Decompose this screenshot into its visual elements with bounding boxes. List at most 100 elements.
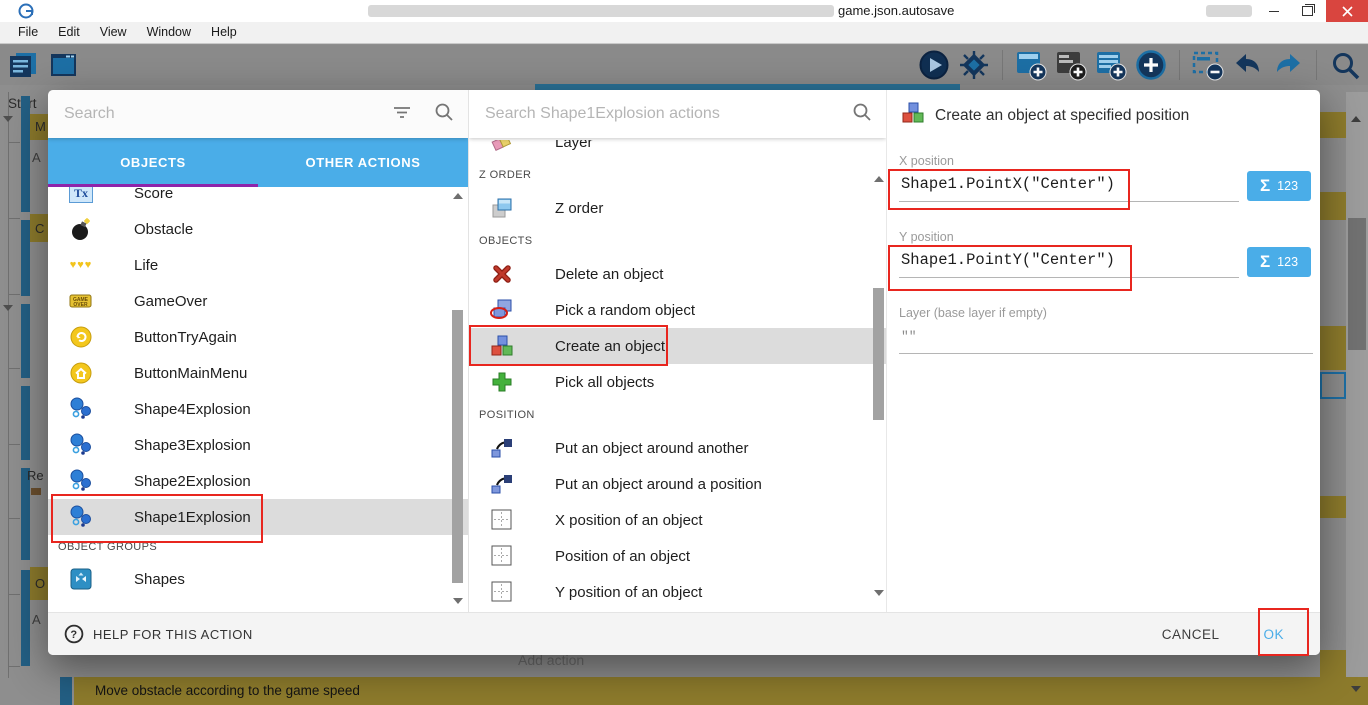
collapse-arrow-icon: [3, 305, 13, 311]
menu-help[interactable]: Help: [201, 22, 247, 43]
tab-objects[interactable]: OBJECTS: [48, 138, 258, 187]
object-name: Shape3Explosion: [134, 437, 251, 454]
restore-button[interactable]: [1290, 0, 1324, 22]
cancel-button[interactable]: CANCEL: [1162, 627, 1220, 642]
group-name: Shapes: [134, 571, 185, 588]
object-row[interactable]: TxScore: [48, 187, 468, 211]
add-circle-icon[interactable]: [1134, 48, 1168, 82]
minimize-button[interactable]: [1258, 0, 1290, 22]
scroll-up-icon[interactable]: [874, 176, 884, 182]
remove-event-icon[interactable]: [1191, 48, 1225, 82]
event-condition-bar: [21, 304, 30, 378]
add-object-icon[interactable]: [1014, 48, 1048, 82]
expression-editor-button[interactable]: Σ123: [1247, 247, 1311, 277]
add-comment-icon[interactable]: [1054, 48, 1088, 82]
action-label: Z order: [555, 200, 603, 217]
object-row[interactable]: Shape4Explosion: [48, 391, 468, 427]
action-label: Delete an object: [555, 266, 663, 283]
expression-123-label: 123: [1277, 255, 1298, 269]
window-title: game.json.autosave: [838, 3, 954, 18]
action-title: Create an object at specified position: [935, 107, 1189, 125]
tab-other-actions[interactable]: OTHER ACTIONS: [258, 138, 468, 187]
action-row[interactable]: Put an object around another: [469, 430, 886, 466]
scrollbar-thumb[interactable]: [452, 310, 463, 583]
object-row[interactable]: ButtonTryAgain: [48, 319, 468, 355]
menu-edit[interactable]: Edit: [48, 22, 90, 43]
search-icon: [434, 102, 454, 127]
scene-editor-icon[interactable]: [46, 48, 80, 82]
toolbar-separator: [1316, 50, 1317, 80]
toolbar-separator: [1179, 50, 1180, 80]
action-row[interactable]: Position of an object: [469, 538, 886, 574]
field-value-input[interactable]: [899, 174, 1243, 194]
action-section-header: OBJECTS: [479, 226, 886, 256]
menu-window[interactable]: Window: [137, 22, 201, 43]
action-row[interactable]: Pick all objects: [469, 364, 886, 400]
object-name: Score: [134, 187, 173, 202]
dialog-footer: ? HELP FOR THIS ACTION CANCEL OK: [48, 612, 1320, 655]
scroll-down-icon[interactable]: [1351, 686, 1361, 692]
comment-row-text: Move obstacle according to the game spee…: [95, 683, 360, 698]
comment-fragment: C: [35, 221, 44, 236]
field-value-input[interactable]: [899, 328, 1243, 345]
menu-view[interactable]: View: [90, 22, 137, 43]
action-row[interactable]: Pick a random object: [469, 292, 886, 328]
redo-icon[interactable]: [1271, 48, 1305, 82]
scroll-up-icon[interactable]: [1351, 116, 1361, 122]
action-row[interactable]: Delete an object: [469, 256, 886, 292]
gdevelop-logo-icon: [18, 3, 34, 24]
ok-button[interactable]: OK: [1263, 627, 1284, 642]
briefcase-icon: [31, 488, 41, 495]
undo-icon[interactable]: [1231, 48, 1265, 82]
action-row[interactable]: Layer: [469, 140, 886, 160]
object-list: TxScoreObstacle♥♥♥LifeGAMEOVERGameOverBu…: [48, 187, 468, 612]
object-row[interactable]: ♥♥♥Life: [48, 247, 468, 283]
menu-file[interactable]: File: [8, 22, 48, 43]
object-row[interactable]: Shape1Explosion: [48, 499, 468, 535]
hearts-icon: ♥♥♥: [68, 259, 94, 271]
action-row[interactable]: Y position of an object: [469, 574, 886, 610]
object-name: Obstacle: [134, 221, 193, 238]
event-sheet-scrollbar[interactable]: [1346, 92, 1368, 705]
gdevelop-window: game.json.autosave FileEditViewWindowHel…: [0, 0, 1368, 705]
debug-icon[interactable]: [957, 48, 991, 82]
expression-editor-button[interactable]: Σ123: [1247, 171, 1311, 201]
object-row[interactable]: Shape2Explosion: [48, 463, 468, 499]
scroll-down-icon[interactable]: [874, 590, 884, 596]
object-row[interactable]: GAMEOVERGameOver: [48, 283, 468, 319]
field-underline: [899, 201, 1239, 202]
help-link[interactable]: ? HELP FOR THIS ACTION: [64, 624, 253, 644]
object-group-row[interactable]: Shapes: [48, 561, 468, 597]
scroll-down-icon[interactable]: [453, 598, 463, 604]
explosion-icon: [68, 505, 94, 529]
project-manager-icon[interactable]: [6, 48, 40, 82]
action-row[interactable]: X position of an object: [469, 502, 886, 538]
object-row[interactable]: ButtonMainMenu: [48, 355, 468, 391]
object-row[interactable]: Shape3Explosion: [48, 427, 468, 463]
action-label: Pick a random object: [555, 302, 695, 319]
add-event-icon[interactable]: [1094, 48, 1128, 82]
comment-fragment: M: [35, 119, 46, 134]
event-condition-bar: [21, 96, 30, 212]
play-icon[interactable]: [917, 48, 951, 82]
scroll-up-icon[interactable]: [453, 193, 463, 199]
around-object-icon: [489, 437, 515, 459]
action-row[interactable]: Z order: [469, 190, 886, 226]
action-section-header: Z ORDER: [479, 160, 886, 190]
pick-all-icon: [489, 371, 515, 393]
action-search-input[interactable]: [483, 104, 852, 124]
retry-button-icon: [68, 326, 94, 348]
object-row[interactable]: Obstacle: [48, 211, 468, 247]
object-group-icon: [68, 568, 94, 590]
position-grid-icon: [489, 581, 515, 603]
close-button[interactable]: [1326, 0, 1368, 22]
scrollbar-thumb[interactable]: [873, 288, 884, 420]
filter-icon[interactable]: [392, 105, 412, 124]
search-icon[interactable]: [1328, 48, 1362, 82]
action-fragment: A: [32, 150, 41, 165]
scrollbar-thumb[interactable]: [1348, 218, 1366, 350]
object-search-input[interactable]: [62, 104, 392, 124]
field-value-input[interactable]: [899, 250, 1243, 270]
action-row[interactable]: Put an object around a position: [469, 466, 886, 502]
action-row[interactable]: Create an object: [469, 328, 886, 364]
